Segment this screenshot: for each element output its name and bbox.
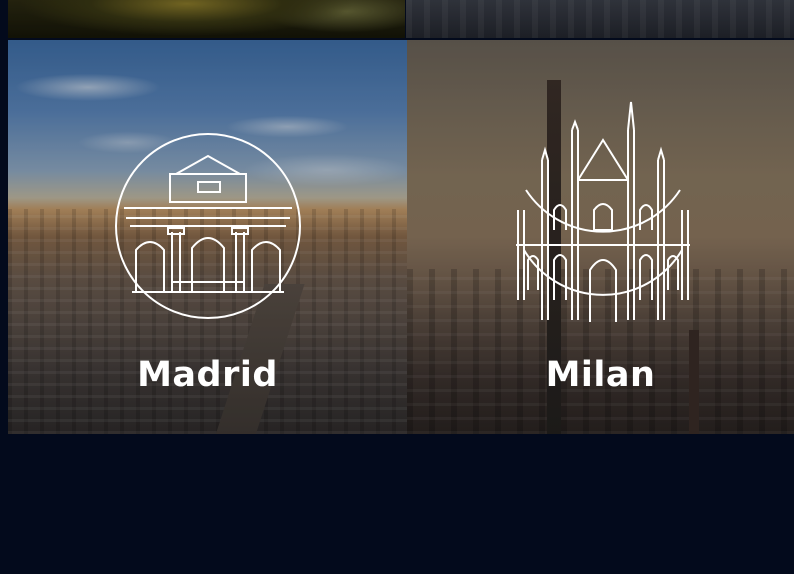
city-name-milan[interactable]: Milan [407, 355, 794, 395]
city-name-madrid[interactable]: Madrid [8, 355, 407, 395]
city-tile-top-right[interactable] [406, 0, 794, 38]
city-tile-top-left[interactable] [8, 0, 405, 38]
puerta-de-alcala-icon [115, 133, 301, 319]
city-tile-madrid[interactable]: Madrid [8, 40, 407, 434]
city-tile-milan[interactable]: Milan [407, 40, 794, 434]
footer-band [0, 434, 794, 574]
duomo-di-milano-icon [516, 101, 690, 322]
